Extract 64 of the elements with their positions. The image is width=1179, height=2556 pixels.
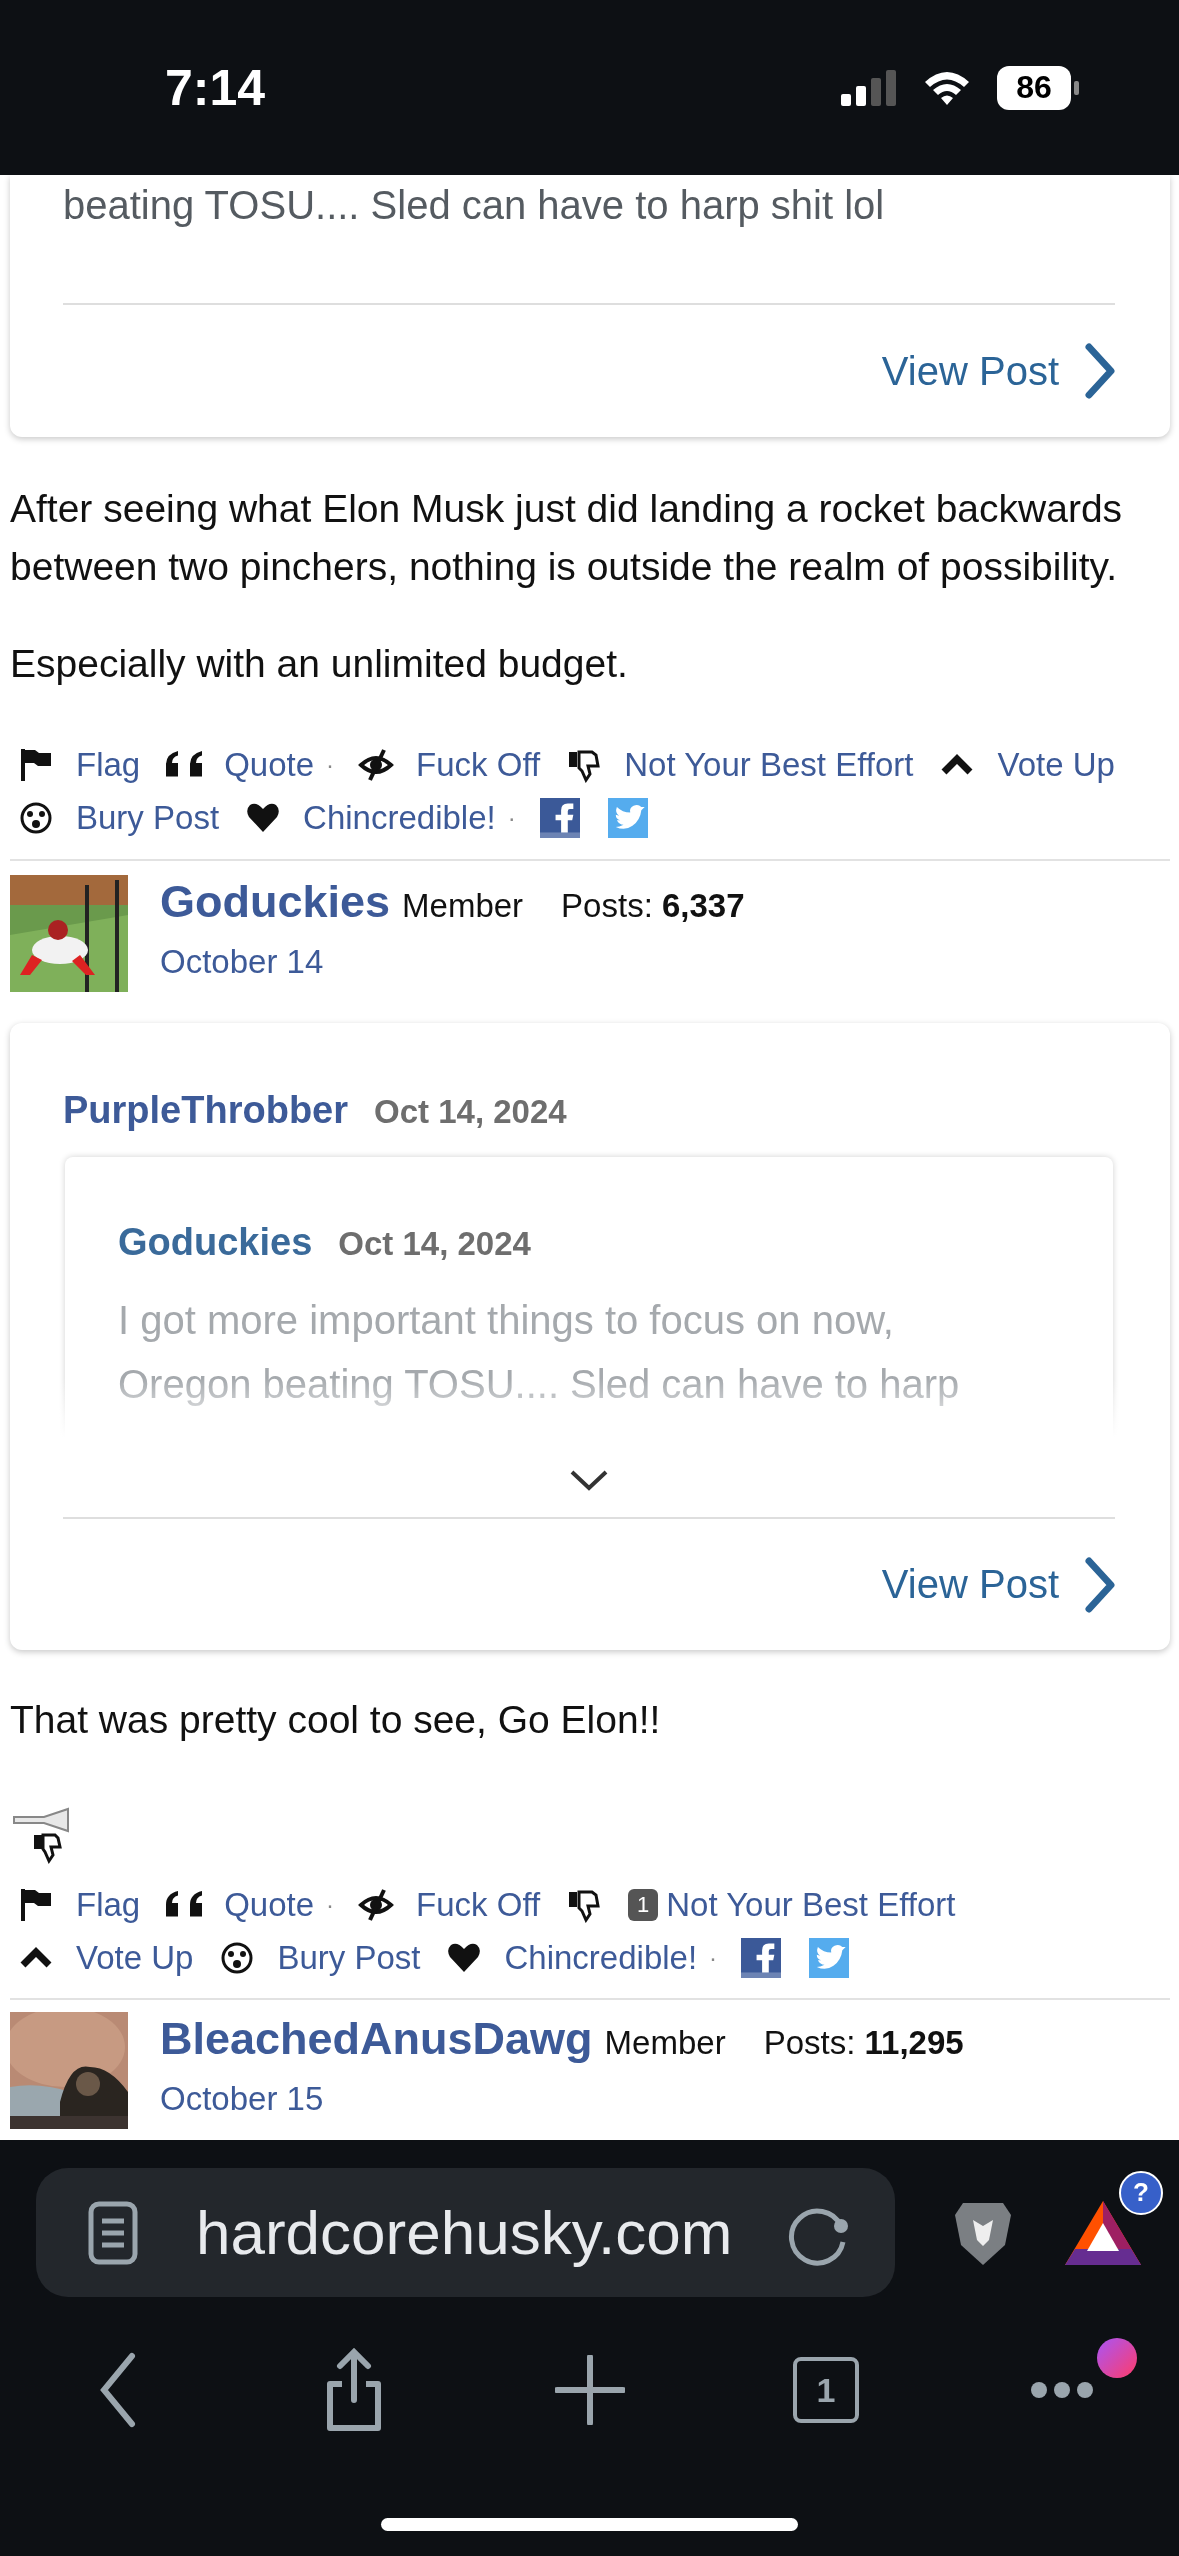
notification-dot bbox=[1097, 2338, 1137, 2378]
post-count: Posts: 11,295 bbox=[763, 2023, 964, 2063]
action-link[interactable]: Vote Up bbox=[76, 1938, 194, 1977]
action-link[interactable]: Bury Post bbox=[277, 1938, 421, 1977]
tab-count-button[interactable]: 1 bbox=[793, 2357, 859, 2423]
battery-indicator: 86 bbox=[997, 65, 1079, 110]
help-badge: ? bbox=[1119, 2170, 1163, 2215]
action-link[interactable]: Quote bbox=[224, 745, 315, 784]
action-link[interactable]: Not Your Best Effort bbox=[624, 745, 914, 784]
chevron-right-icon[interactable] bbox=[1085, 343, 1115, 399]
more-icon[interactable] bbox=[1031, 2382, 1093, 2398]
quote-date: Oct 14, 2024 bbox=[374, 1092, 567, 1132]
separator-dot: · bbox=[326, 750, 335, 779]
action-link[interactable]: Fuck Off bbox=[416, 745, 541, 784]
triangle-logo-icon[interactable] bbox=[1065, 2200, 1141, 2265]
author-name[interactable]: Goduckies bbox=[118, 1217, 313, 1267]
clock: 7:14 bbox=[165, 58, 267, 117]
action-link[interactable]: Vote Up bbox=[997, 745, 1115, 784]
quote-date: Oct 14, 2024 bbox=[338, 1224, 531, 1264]
post-text: That was pretty cool to see, Go Elon!! bbox=[10, 1697, 662, 1743]
plus-icon[interactable] bbox=[555, 2355, 625, 2425]
url-text: hardcorehusky.com bbox=[196, 2197, 734, 2268]
post-count: Posts: 6,337 bbox=[561, 886, 745, 926]
view-post-link[interactable]: View Post bbox=[881, 1562, 1059, 1607]
separator-dot: · bbox=[709, 1943, 718, 1972]
flag-icon bbox=[18, 1886, 54, 1923]
post-date-link[interactable]: October 14 bbox=[160, 937, 745, 987]
wifi-icon bbox=[923, 69, 971, 106]
flag-icon bbox=[18, 746, 54, 783]
address-bar[interactable]: hardcorehusky.com bbox=[36, 2168, 895, 2297]
quote-icon bbox=[166, 751, 203, 778]
separator-dot: · bbox=[326, 1890, 335, 1919]
action-link[interactable]: Chincredible! bbox=[504, 1938, 698, 1977]
separator-dot: · bbox=[507, 803, 516, 832]
page-icon[interactable] bbox=[88, 2200, 138, 2265]
author-name[interactable]: PurpleThrobber bbox=[63, 1085, 349, 1135]
post-text: Especially with an unlimited budget. bbox=[10, 641, 629, 687]
action-link[interactable]: Flag bbox=[76, 745, 141, 784]
eye-slash-icon bbox=[358, 746, 395, 783]
user-role: Member bbox=[604, 2023, 726, 2063]
chevron-down-icon[interactable] bbox=[569, 1468, 609, 1491]
username-link[interactable]: Goduckies bbox=[160, 876, 391, 928]
facebook-icon[interactable] bbox=[741, 1937, 782, 1978]
action-link[interactable]: Not Your Best Effort bbox=[666, 1885, 956, 1924]
facebook-icon[interactable] bbox=[539, 797, 580, 838]
post-text: After seeing what Elon Musk just did landing a rocket backwards between two pinchers, nothing is outside the realm of possibility. bbox=[10, 486, 1124, 590]
action-link[interactable]: Flag bbox=[76, 1885, 141, 1924]
back-icon[interactable] bbox=[98, 2352, 138, 2428]
post-date-link[interactable]: October 15 bbox=[160, 2074, 964, 2124]
view-post-link[interactable]: View Post bbox=[881, 348, 1059, 394]
action-link[interactable]: Quote bbox=[224, 1885, 315, 1924]
action-link[interactable]: Fuck Off bbox=[416, 1885, 541, 1924]
quote-text: beating TOSU.... Sled can have to harp shit lol bbox=[63, 182, 886, 229]
username-link[interactable]: BleachedAnusDawg bbox=[160, 2013, 593, 2065]
user-role: Member bbox=[402, 886, 524, 926]
battery-tip-icon bbox=[1074, 80, 1079, 95]
eye-slash-icon bbox=[358, 1886, 395, 1923]
signal-icon bbox=[841, 69, 897, 106]
count-badge: 1 bbox=[628, 1888, 659, 1921]
chevron-right-icon[interactable] bbox=[1085, 1556, 1115, 1613]
quote-icon bbox=[166, 1891, 203, 1918]
action-link[interactable]: Chincredible! bbox=[303, 798, 496, 837]
quote-text: I got more important things to focus on now, Oregon beating TOSU.... Sled can have to harp bbox=[118, 1297, 961, 1408]
action-link[interactable]: Bury Post bbox=[76, 798, 220, 837]
